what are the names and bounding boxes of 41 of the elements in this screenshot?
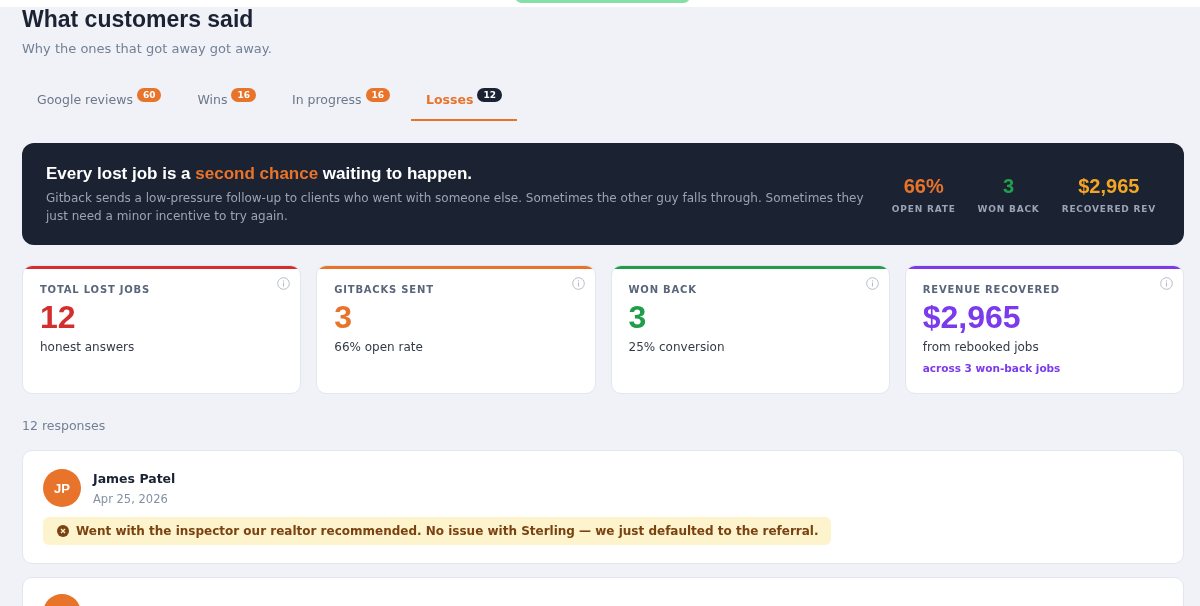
tab[interactable]: In progress 16 xyxy=(276,86,406,121)
info-icon[interactable] xyxy=(1160,277,1173,290)
metric-value: $2,965 xyxy=(1078,174,1140,198)
metric-label: RECOVERED REV xyxy=(1061,203,1156,214)
stat-value: 12 xyxy=(40,299,77,336)
count-badge: 16 xyxy=(231,88,256,102)
info-icon[interactable] xyxy=(277,277,291,290)
avatar: JP xyxy=(43,469,81,507)
page-subtitle: Why the ones that got away got away. xyxy=(22,41,273,56)
metric-value: 66% xyxy=(903,174,944,198)
customer-name: James Patel xyxy=(93,470,176,486)
reason-text: Went with the inspector our realtor recommended. No issue with Sterling — we just defaulted to the referral. xyxy=(76,524,819,538)
metric-label: WON BACK xyxy=(977,203,1040,214)
metric-label: OPEN RATE xyxy=(891,203,956,214)
count-badge: 12 xyxy=(477,88,502,102)
stat-label: TOTAL LOST JOBS xyxy=(40,284,152,295)
banner-text: Gitback sends a low-pressure follow-up to clients who went with someone else. Sometimes the other guy falls through. Sometimes they just need a minor incentive to try again. xyxy=(46,189,865,225)
tab[interactable]: Losses 12 xyxy=(411,86,517,121)
stat-caption: 25% conversion xyxy=(628,340,726,354)
banner-headline: Every lost job is a second chance waiting to happen. xyxy=(46,163,474,184)
tab[interactable]: Wins 16 xyxy=(182,86,271,121)
stat-value: 3 xyxy=(334,299,354,336)
info-icon[interactable] xyxy=(571,277,585,290)
count-badge: 16 xyxy=(365,88,391,102)
stat-caption: honest answers xyxy=(40,340,136,354)
stat-label: WON BACK xyxy=(628,284,698,295)
count-badge: 60 xyxy=(136,88,162,102)
info-icon[interactable] xyxy=(865,277,879,290)
stat-value: $2,965 xyxy=(922,299,1022,336)
stat-label: GITBACKS SENT xyxy=(334,284,435,295)
stat-value: 3 xyxy=(628,299,648,336)
responses-count: 12 responses xyxy=(22,418,107,433)
stat-label: REVENUE RECOVERED xyxy=(922,284,1061,295)
stat-caption: from rebooked jobs xyxy=(922,340,1040,354)
page-title: What customers said xyxy=(22,7,255,31)
response-date: Apr 25, 2026 xyxy=(93,491,169,506)
stat-caption: 66% open rate xyxy=(334,340,424,354)
x-circle-icon xyxy=(57,525,69,537)
metric-value: 3 xyxy=(1003,174,1015,198)
stat-note: across 3 won-back jobs xyxy=(922,362,1062,374)
tab[interactable]: Google reviews 60 xyxy=(22,86,177,121)
